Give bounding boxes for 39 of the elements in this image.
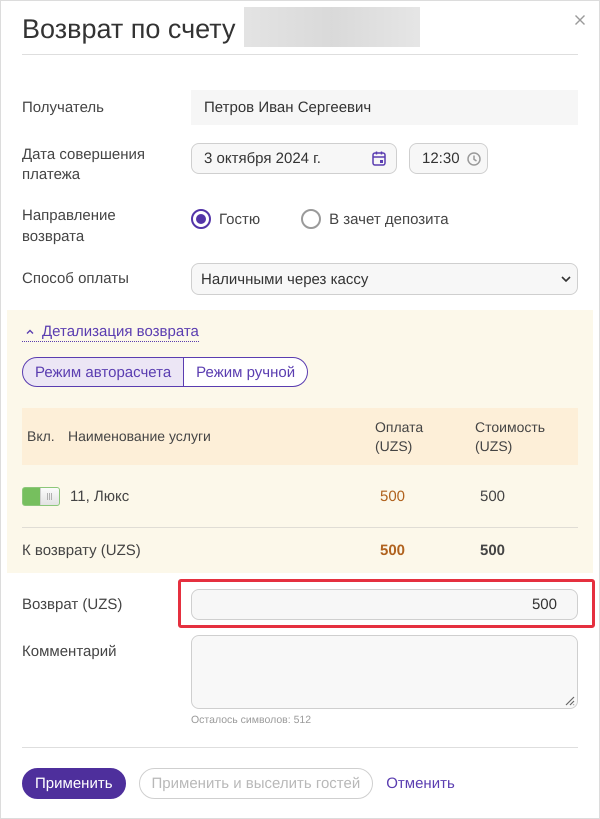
clock-icon[interactable] xyxy=(467,152,481,166)
resize-grip-icon[interactable] xyxy=(563,694,575,706)
time-field[interactable]: 12:30 xyxy=(409,143,488,174)
field-label: Возврат (UZS) xyxy=(22,594,124,614)
dialog-title: Возврат по счету xyxy=(22,16,236,43)
radio-icon[interactable] xyxy=(301,209,322,229)
table-cell-text: 11, Люкс xyxy=(69,488,130,504)
total-label: К возврату (UZS) xyxy=(22,542,142,559)
table-cell-text: 500 xyxy=(379,488,406,504)
radio-option[interactable]: В зачет депозита xyxy=(301,209,449,229)
table-cell-text: 500 xyxy=(379,542,406,559)
mode-tab[interactable]: Режим ручной xyxy=(184,357,308,387)
character-counter: Осталось символов: 512 xyxy=(191,713,312,727)
field-label: Дата совершения платежа xyxy=(22,145,146,185)
action-button[interactable]: Применить xyxy=(22,768,126,799)
refund-field[interactable]: 500 xyxy=(191,589,578,620)
column-header: Наименование услуги xyxy=(68,427,212,446)
field-label: Комментарий xyxy=(22,642,118,662)
chevron-down-icon[interactable] xyxy=(561,276,571,282)
field-label: Получатель xyxy=(22,98,105,118)
date-field[interactable]: 3 октября 2024 г. xyxy=(191,143,397,174)
table-cell-text: 500 xyxy=(479,542,506,559)
field-label: Направление возврата xyxy=(22,206,117,247)
cancel-link[interactable]: Отменить xyxy=(386,768,455,799)
radio-option[interactable]: Гостю xyxy=(191,209,260,229)
radio-icon[interactable] xyxy=(191,209,211,229)
details-toggle[interactable]: Детализация возврата xyxy=(22,322,199,342)
calendar-icon[interactable] xyxy=(372,151,386,166)
field-label: Способ оплаты xyxy=(22,269,130,289)
column-header: Оплата (UZS) xyxy=(375,418,424,456)
toggle-switch[interactable] xyxy=(22,486,60,506)
table-cell-text: 500 xyxy=(479,488,506,504)
close-icon[interactable] xyxy=(575,15,585,25)
column-header: Стоимость (UZS) xyxy=(475,418,546,456)
mode-tab[interactable]: Режим авторасчета xyxy=(22,357,184,387)
dropdown-field[interactable]: Наличными через кассу xyxy=(191,263,578,295)
comment-field[interactable] xyxy=(191,635,578,709)
column-header: Вкл. xyxy=(26,427,56,446)
text-field[interactable]: Петров Иван Сергеевич xyxy=(191,90,578,125)
